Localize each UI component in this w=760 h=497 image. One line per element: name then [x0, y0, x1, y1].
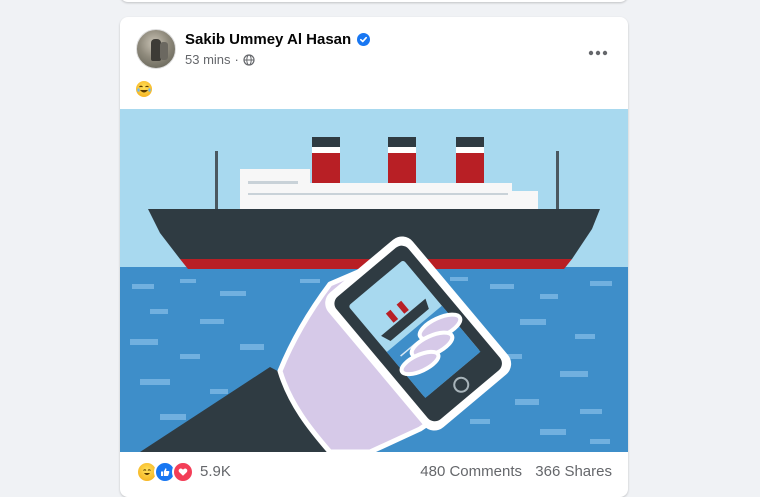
more-options-button[interactable] [580, 35, 616, 71]
previous-post-card-edge [120, 0, 628, 2]
shares-count[interactable]: 366 Shares [535, 463, 612, 480]
globe-icon[interactable] [243, 53, 255, 66]
author-name[interactable]: Sakib Ummey Al Hasan [185, 31, 351, 48]
author-line: Sakib Ummey Al Hasan [185, 31, 371, 48]
post-text [136, 81, 152, 101]
laughing-face-emoji [136, 81, 152, 97]
avatar[interactable] [136, 29, 176, 69]
post-meta: 53 mins · [185, 52, 255, 67]
reaction-icons[interactable] [136, 461, 194, 483]
verified-badge-icon [357, 33, 371, 46]
meta-separator: · [234, 52, 239, 67]
reaction-count[interactable]: 5.9K [200, 463, 231, 480]
reactions-bar: 5.9K 480 Comments 366 Shares [136, 461, 612, 485]
post-header: Sakib Ummey Al Hasan 53 mins · [136, 29, 612, 73]
post-card: Sakib Ummey Al Hasan 53 mins · 5.9K 480 … [120, 17, 628, 497]
love-icon [172, 461, 194, 483]
comments-count[interactable]: 480 Comments [420, 463, 522, 480]
more-dots-icon [588, 50, 608, 56]
post-timestamp[interactable]: 53 mins [185, 52, 231, 67]
post-image[interactable] [120, 109, 628, 452]
